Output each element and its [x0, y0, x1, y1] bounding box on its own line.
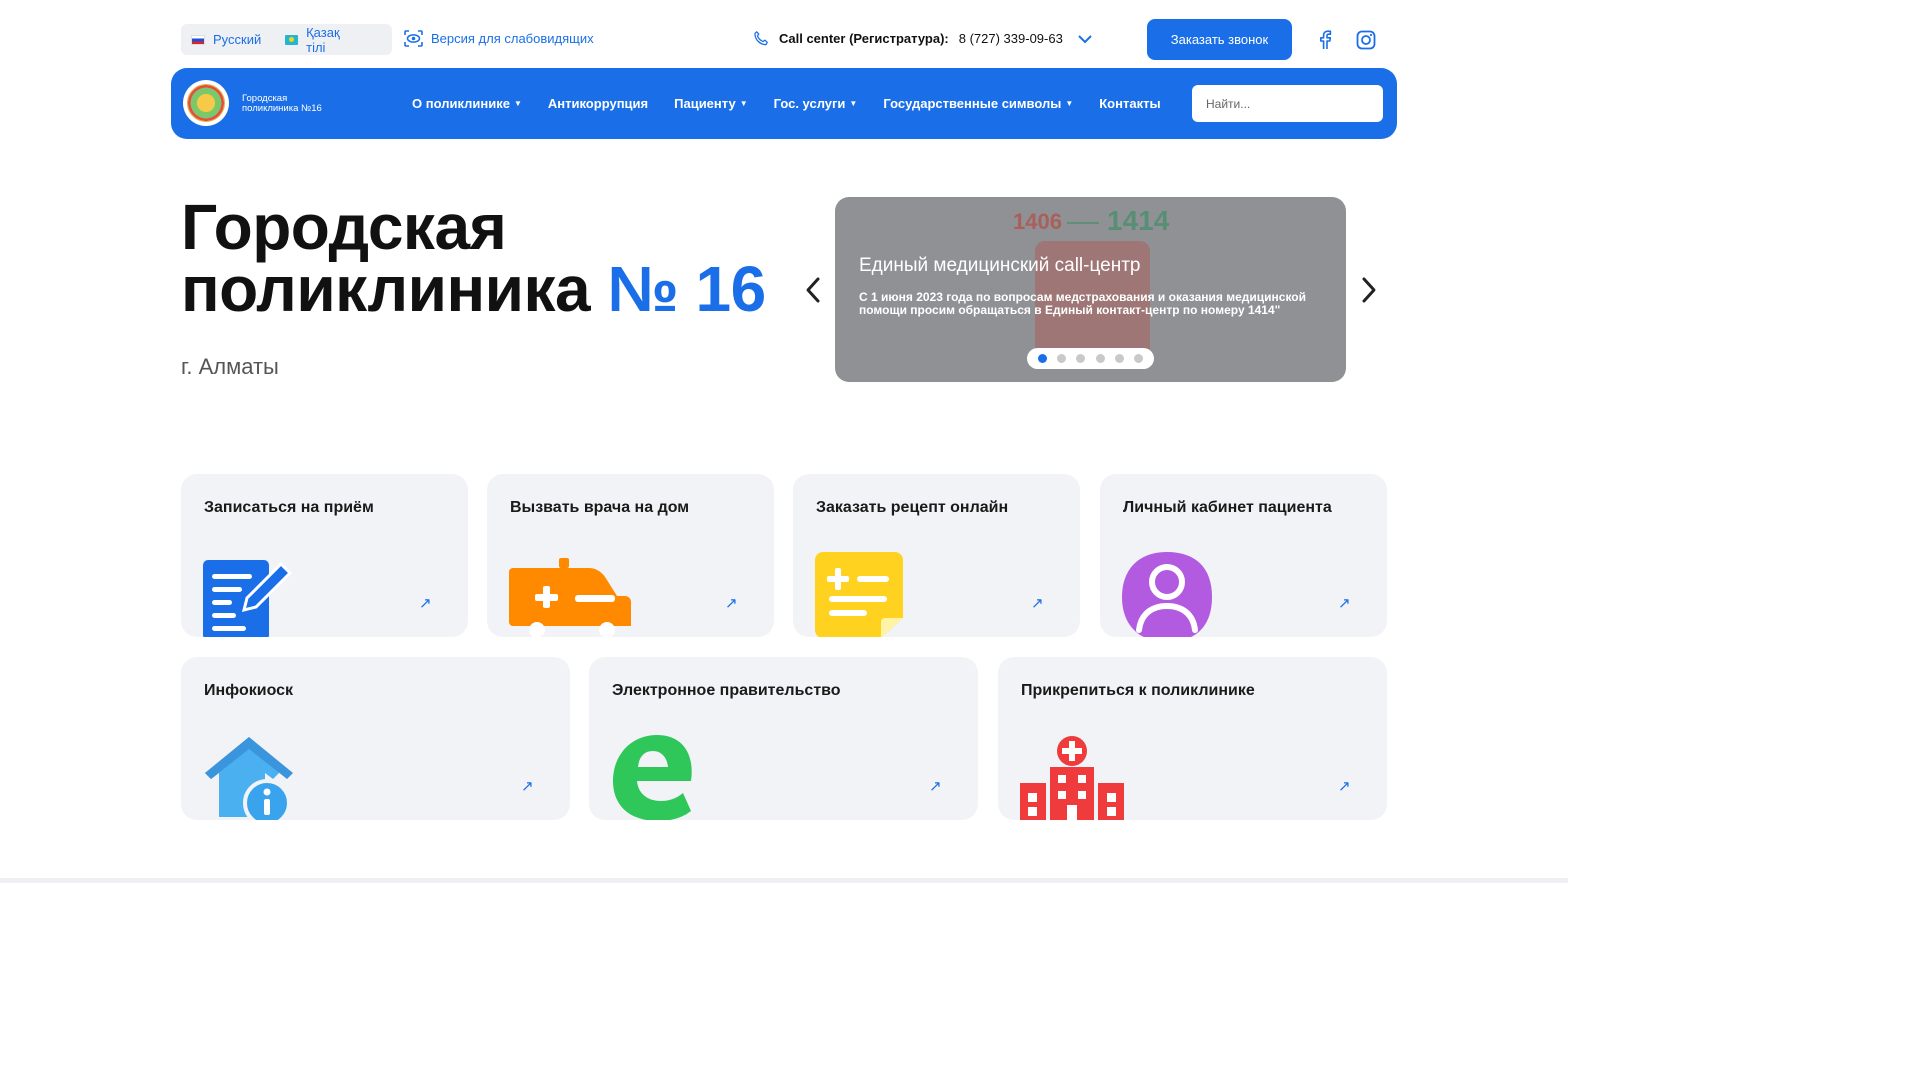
language-option-kz[interactable]: Қазақ тілі	[285, 25, 358, 55]
egov-e-icon	[613, 735, 692, 820]
instagram-icon	[1356, 30, 1376, 50]
service-card-home-doctor[interactable]: Вызвать врача на дом ↗	[487, 474, 774, 637]
slider-dot[interactable]	[1057, 354, 1067, 363]
card-title: Личный кабинет пациента	[1123, 499, 1332, 516]
slider-dot[interactable]	[1038, 354, 1048, 363]
order-call-button[interactable]: Заказать звонок	[1147, 19, 1292, 60]
slider-dot[interactable]	[1076, 354, 1086, 363]
arrow-up-right-icon: ↗	[419, 595, 432, 612]
clinic-emblem-icon	[187, 84, 225, 122]
title-number: № 16	[607, 253, 766, 325]
eye-scan-icon	[404, 30, 423, 47]
service-card-attach[interactable]: Прикрепиться к поликлинике ↗	[998, 657, 1387, 820]
service-card-appointment[interactable]: Записаться на приём ↗	[181, 474, 468, 637]
brand-name[interactable]: Городская поликлиника №16	[242, 94, 352, 114]
search-input[interactable]	[1192, 85, 1383, 122]
slider-dot[interactable]	[1133, 354, 1143, 363]
slide-bg-new-number: 1414	[1107, 205, 1170, 236]
caret-down-icon: ▼	[513, 99, 522, 108]
caret-down-icon: ▼	[849, 99, 858, 108]
slide-text: С 1 июня 2023 года по вопросам медстрахо…	[859, 290, 1307, 317]
nav-item-patient[interactable]: Пациенту ▼	[674, 96, 747, 111]
chevron-right-icon	[1362, 277, 1376, 303]
language-switcher: Русский Қазақ тілі	[181, 24, 392, 55]
phone-icon	[754, 31, 768, 46]
arrow-up-right-icon: ↗	[521, 778, 534, 795]
page-bottom-divider	[0, 878, 1568, 883]
card-title: Электронное правительство	[612, 682, 841, 699]
service-card-prescription[interactable]: Заказать рецепт онлайн ↗	[793, 474, 1080, 637]
card-title: Заказать рецепт онлайн	[816, 499, 1009, 516]
service-card-personal-account[interactable]: Личный кабинет пациента ↗	[1100, 474, 1387, 637]
slide-bg-old-number: 1406	[1013, 209, 1062, 234]
instagram-link[interactable]	[1355, 29, 1377, 51]
title-word: поликлиника	[181, 253, 591, 325]
slider-dot[interactable]	[1114, 354, 1124, 363]
ru-flag-icon	[191, 34, 205, 45]
language-option-ru[interactable]: Русский	[191, 32, 261, 47]
caret-down-icon: ▼	[1065, 99, 1074, 108]
nav-item-label: Контакты	[1099, 96, 1161, 111]
chevron-down-icon[interactable]	[1077, 34, 1093, 44]
nav-item-gov-services[interactable]: Гос. услуги ▼	[774, 96, 858, 111]
caret-down-icon: ▼	[739, 99, 748, 108]
facebook-icon	[1320, 30, 1332, 49]
card-title: Инфокиоск	[204, 682, 294, 699]
slide-title: Единый медицинский call-центр	[859, 255, 1141, 276]
city-subtitle: г. Алматы	[181, 354, 279, 379]
language-label: Қазақ тілі	[306, 24, 340, 55]
call-center-label: Call center (Регистратура):	[779, 31, 949, 46]
hospital-building-icon	[1020, 736, 1124, 820]
nav-item-anticorruption[interactable]: Антикоррупция	[548, 96, 648, 111]
arrow-up-right-icon: ↗	[725, 595, 738, 612]
call-center-phone[interactable]: 8 (727) 339-09-63	[959, 31, 1063, 46]
main-navigation: Городская поликлиника №16 О поликлинике ▼…	[171, 68, 1397, 139]
slider-next-button[interactable]	[1354, 273, 1384, 307]
news-slide[interactable]: 1406 1414 Единый медицинский call-центр …	[835, 197, 1346, 382]
call-center: Call center (Регистратура): 8 (727) 339-…	[752, 30, 1103, 47]
chevron-left-icon	[806, 277, 820, 303]
nav-item-label: О поликлинике	[412, 96, 510, 111]
slide-bg-arrow	[1067, 222, 1099, 224]
nav-item-label: Пациенту	[674, 96, 736, 111]
slider-prev-button[interactable]	[798, 273, 828, 307]
top-bar: Русский Қазақ тілі Версия для слабовидящ…	[0, 0, 1568, 68]
nav-item-state-symbols[interactable]: Государственные символы ▼	[883, 96, 1073, 111]
arrow-up-right-icon: ↗	[929, 778, 942, 795]
slider-dot[interactable]	[1095, 354, 1105, 363]
clinic-logo[interactable]	[183, 80, 229, 126]
service-card-egov[interactable]: Электронное правительство ↗	[589, 657, 978, 820]
nav-menu: О поликлинике ▼ Антикоррупция Пациенту ▼ Г…	[412, 68, 1187, 139]
service-card-infokiosk[interactable]: Инфокиоск ↗	[181, 657, 570, 820]
nav-item-label: Антикоррупция	[547, 96, 649, 111]
title-line-1: Городская	[181, 191, 507, 263]
facebook-link[interactable]	[1314, 29, 1336, 51]
page-title: Городская поликлиника № 16	[181, 191, 766, 321]
card-title: Вызвать врача на дом	[510, 499, 690, 516]
card-title: Записаться на приём	[204, 499, 374, 516]
appointment-form-icon	[203, 560, 293, 637]
prescription-note-icon	[815, 552, 903, 637]
nav-item-about[interactable]: О поликлинике ▼	[412, 96, 522, 111]
card-title: Прикрепиться к поликлинике	[1021, 682, 1255, 699]
low-vision-label: Версия для слабовидящих	[431, 31, 594, 46]
arrow-up-right-icon: ↗	[1338, 595, 1351, 612]
title-line-2: поликлиника № 16	[181, 257, 766, 321]
nav-item-label: Государственные символы	[883, 96, 1062, 111]
ambulance-icon	[509, 558, 631, 637]
nav-item-label: Гос. услуги	[773, 96, 846, 111]
language-label: Русский	[213, 32, 262, 47]
arrow-up-right-icon: ↗	[1338, 778, 1351, 795]
slider-pagination	[1027, 348, 1154, 369]
info-house-icon	[205, 737, 293, 820]
low-vision-version-link[interactable]: Версия для слабовидящих	[404, 30, 594, 47]
user-profile-icon	[1122, 552, 1212, 637]
kz-flag-icon	[285, 34, 299, 45]
nav-item-contacts[interactable]: Контакты	[1099, 96, 1160, 111]
brand-line-2: поликлиника №16	[242, 103, 322, 114]
arrow-up-right-icon: ↗	[1031, 595, 1044, 612]
